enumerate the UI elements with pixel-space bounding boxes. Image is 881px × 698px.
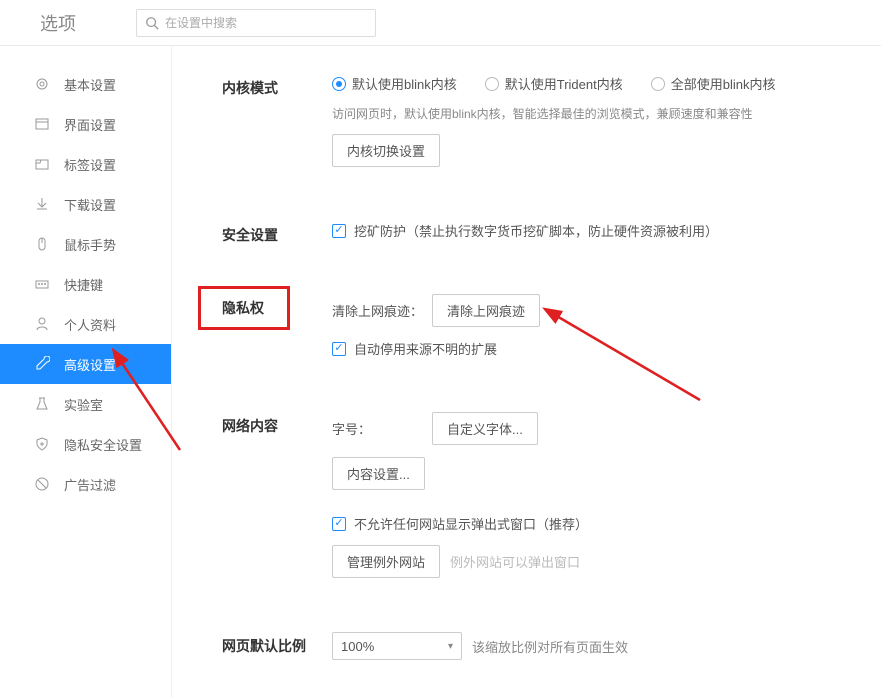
window-icon: [34, 116, 50, 132]
sidebar-item-label: 快捷键: [64, 275, 103, 294]
exception-hint: 例外网站可以弹出窗口: [450, 552, 580, 571]
chevron-down-icon: ▾: [448, 641, 453, 652]
sidebar-item-label: 高级设置: [64, 355, 116, 374]
checkbox-auto-disable-ext[interactable]: 自动停用来源不明的扩展: [332, 339, 497, 358]
sidebar-item-label: 基本设置: [64, 75, 116, 94]
search-input[interactable]: [165, 16, 367, 30]
radio-blink-all[interactable]: 全部使用blink内核: [651, 74, 776, 93]
section-label-security: 安全设置: [222, 221, 332, 245]
keyboard-icon: [34, 276, 50, 292]
zoom-hint: 该缩放比例对所有页面生效: [472, 637, 628, 656]
section-label-webcontent: 网络内容: [222, 412, 332, 436]
checkbox-label: 挖矿防护（禁止执行数字货币挖矿脚本，防止硬件资源被利用）: [354, 221, 718, 240]
wrench-icon: [34, 356, 50, 372]
sidebar-item-label: 标签设置: [64, 155, 116, 174]
section-label-kernel: 内核模式: [222, 74, 332, 98]
clear-traces-button[interactable]: 清除上网痕迹: [432, 294, 540, 327]
user-icon: [34, 316, 50, 332]
sidebar: 基本设置 界面设置 标签设置 下载设置 鼠标手势 快捷键 个人资料 高级设置: [0, 46, 172, 698]
sidebar-item-advanced[interactable]: 高级设置: [0, 344, 171, 384]
custom-font-button[interactable]: 自定义字体...: [432, 412, 538, 445]
radio-label: 默认使用Trident内核: [505, 74, 623, 93]
section-label-zoom: 网页默认比例: [222, 632, 332, 656]
sidebar-item-label: 实验室: [64, 395, 103, 414]
checkbox-mining-protect[interactable]: 挖矿防护（禁止执行数字货币挖矿脚本，防止硬件资源被利用）: [332, 221, 718, 240]
clear-traces-label: 清除上网痕迹：: [332, 301, 432, 320]
kernel-switch-button[interactable]: 内核切换设置: [332, 134, 440, 167]
sidebar-item-download[interactable]: 下载设置: [0, 184, 171, 224]
download-icon: [34, 196, 50, 212]
content-settings-button[interactable]: 内容设置...: [332, 457, 425, 490]
checkbox-icon: [332, 517, 346, 531]
section-label-privacy: 隐私权: [222, 294, 332, 318]
font-label: 字号：: [332, 419, 432, 438]
checkbox-block-popup[interactable]: 不允许任何网站显示弹出式窗口（推荐）: [332, 514, 588, 533]
checkbox-icon: [332, 224, 346, 238]
radio-icon: [651, 77, 665, 91]
sidebar-item-label: 下载设置: [64, 195, 116, 214]
sidebar-item-label: 隐私安全设置: [64, 435, 142, 454]
radio-icon: [485, 77, 499, 91]
sidebar-item-mouse[interactable]: 鼠标手势: [0, 224, 171, 264]
search-icon: [145, 16, 159, 30]
page-title: 选项: [40, 10, 76, 36]
sidebar-item-label: 界面设置: [64, 115, 116, 134]
sidebar-item-tabs[interactable]: 标签设置: [0, 144, 171, 184]
mouse-icon: [34, 236, 50, 252]
sidebar-item-shortcut[interactable]: 快捷键: [0, 264, 171, 304]
zoom-value: 100%: [341, 639, 374, 654]
content-area: 内核模式 默认使用blink内核 默认使用Trident内核 全部使用blink…: [172, 46, 881, 698]
sidebar-item-privacy-security[interactable]: 隐私安全设置: [0, 424, 171, 464]
manage-exception-button[interactable]: 管理例外网站: [332, 545, 440, 578]
search-box[interactable]: [136, 9, 376, 37]
block-icon: [34, 476, 50, 492]
checkbox-icon: [332, 342, 346, 356]
sidebar-item-interface[interactable]: 界面设置: [0, 104, 171, 144]
shield-icon: [34, 436, 50, 452]
checkbox-label: 不允许任何网站显示弹出式窗口（推荐）: [354, 514, 588, 533]
radio-icon: [332, 77, 346, 91]
sidebar-item-label: 个人资料: [64, 315, 116, 334]
checkbox-label: 自动停用来源不明的扩展: [354, 339, 497, 358]
radio-blink-default[interactable]: 默认使用blink内核: [332, 74, 457, 93]
radio-label: 默认使用blink内核: [352, 74, 457, 93]
radio-label: 全部使用blink内核: [671, 74, 776, 93]
sidebar-item-label: 广告过滤: [64, 475, 116, 494]
flask-icon: [34, 396, 50, 412]
gear-icon: [34, 76, 50, 92]
sidebar-item-lab[interactable]: 实验室: [0, 384, 171, 424]
sidebar-item-profile[interactable]: 个人资料: [0, 304, 171, 344]
radio-trident-default[interactable]: 默认使用Trident内核: [485, 74, 623, 93]
kernel-desc: 访问网页时，默认使用blink内核，智能选择最佳的浏览模式，兼顾速度和兼容性: [332, 105, 861, 122]
sidebar-item-basic[interactable]: 基本设置: [0, 64, 171, 104]
sidebar-item-label: 鼠标手势: [64, 235, 116, 254]
sidebar-item-adblock[interactable]: 广告过滤: [0, 464, 171, 504]
zoom-select[interactable]: 100% ▾: [332, 632, 462, 660]
tab-icon: [34, 156, 50, 172]
